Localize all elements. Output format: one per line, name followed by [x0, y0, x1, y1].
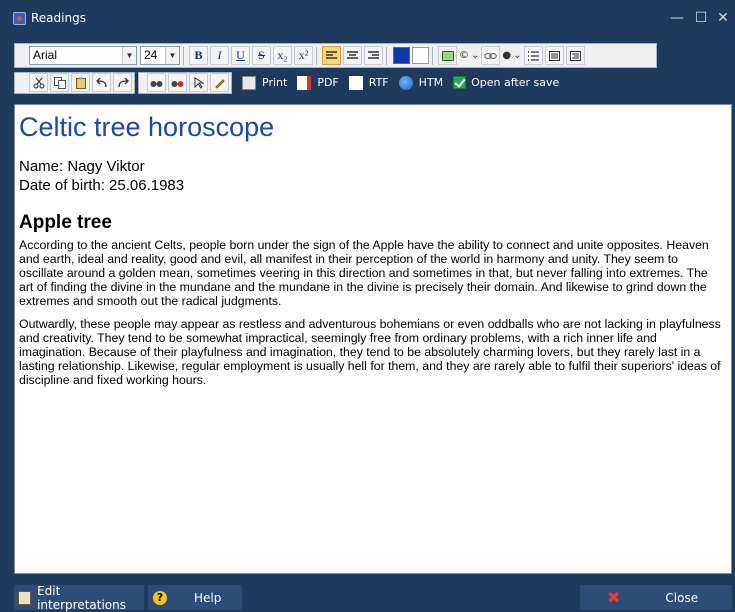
export-pdf-button[interactable]: PDF: [297, 75, 339, 90]
document-icon: [348, 75, 363, 90]
pdf-label: PDF: [317, 76, 339, 89]
checkbox-checked-icon[interactable]: [453, 76, 467, 89]
open-after-save-label: Open after save: [471, 76, 560, 89]
copy-icon: [53, 76, 66, 89]
copy-button[interactable]: [50, 73, 69, 92]
text-color-swatch[interactable]: [393, 47, 410, 64]
edit-document-icon: [18, 590, 32, 605]
tree-heading: Apple tree: [19, 212, 112, 233]
help-icon: ?: [153, 590, 167, 605]
align-center-icon: [347, 51, 358, 59]
export-htm-button[interactable]: HTM: [398, 75, 444, 90]
binoculars-icon: [150, 80, 163, 87]
bold-button[interactable]: B: [189, 46, 208, 65]
select-button[interactable]: [189, 73, 208, 92]
font-family-select[interactable]: Arial ▼: [29, 46, 137, 65]
edit-tools-group: [14, 71, 135, 94]
open-after-save-checkbox[interactable]: Open after save: [453, 76, 559, 89]
help-label: Help: [194, 590, 222, 605]
font-size-select[interactable]: 24 ▼: [140, 46, 180, 65]
chevron-down-icon: ▼: [122, 47, 136, 64]
insert-image-button[interactable]: [438, 46, 457, 65]
rtf-label: RTF: [368, 76, 389, 89]
undo-button[interactable]: [92, 73, 111, 92]
font-size-value: 24: [144, 48, 158, 62]
superscript-button[interactable]: x²: [294, 46, 313, 65]
interpretation-paragraph: Outwardly, these people may appear as re…: [19, 317, 721, 388]
format-toolbar: Arial ▼ 24 ▼ B I U S x₂ x² © ⌄ ● ⌄: [14, 43, 657, 68]
find-replace-button[interactable]: [168, 73, 187, 92]
bullet-icon[interactable]: ●: [502, 50, 511, 61]
close-icon: ✖: [607, 588, 621, 607]
edit-interpretations-label: Edit interpretations: [37, 583, 126, 612]
font-family-value: Arial: [33, 48, 58, 62]
cut-button[interactable]: [29, 73, 48, 92]
print-label: Print: [262, 76, 288, 89]
strikethrough-button[interactable]: S: [252, 46, 271, 65]
separator: [432, 46, 433, 65]
subscript-button[interactable]: x₂: [273, 46, 292, 65]
insert-link-button[interactable]: [481, 46, 501, 65]
undo-icon: [95, 77, 107, 87]
image-icon: [441, 50, 454, 61]
indent-icon: [569, 50, 581, 61]
action-toolbar: Print PDF RTF HTM Open after save: [14, 70, 614, 95]
globe-icon: [398, 75, 413, 90]
maximize-button[interactable]: ☐: [690, 7, 712, 29]
pointer-icon: [194, 76, 204, 89]
chevron-down-icon: ▼: [165, 47, 179, 64]
close-button[interactable]: ✖ Close: [580, 585, 732, 610]
window-close-button[interactable]: ✕: [712, 7, 734, 29]
scissors-icon: [33, 77, 44, 88]
footer-bar: Edit interpretations ? Help ✖ Close: [0, 583, 735, 612]
printer-icon: [242, 75, 256, 90]
app-icon: [13, 12, 26, 25]
align-left-button[interactable]: [322, 46, 341, 65]
close-label: Close: [665, 590, 699, 605]
numbered-list-button[interactable]: [523, 46, 543, 65]
separator: [386, 46, 387, 65]
window-title: Readings: [31, 11, 86, 25]
help-button[interactable]: ? Help: [148, 585, 242, 610]
underline-button[interactable]: U: [231, 46, 250, 65]
paste-button[interactable]: [71, 73, 90, 92]
find-tools-group: [138, 71, 232, 94]
background-color-swatch[interactable]: [412, 47, 429, 64]
print-button[interactable]: Print: [242, 75, 288, 90]
separator: [183, 46, 184, 65]
align-right-button[interactable]: [364, 46, 383, 65]
pencil-icon: [214, 78, 225, 89]
indent-button[interactable]: [565, 46, 585, 65]
name-line: Name: Nagy Viktor: [19, 158, 145, 175]
binoculars-replace-icon: [171, 80, 184, 87]
document-editor[interactable]: Celtic tree horoscope Name: Nagy Viktor …: [14, 104, 732, 574]
chevron-down-icon[interactable]: ⌄: [471, 50, 479, 61]
list-icon: [527, 50, 539, 61]
find-button[interactable]: [147, 73, 166, 92]
clipboard-icon: [75, 77, 86, 89]
htm-label: HTM: [418, 76, 444, 89]
align-left-icon: [326, 51, 337, 59]
separator: [316, 46, 317, 65]
copyright-icon[interactable]: ©: [459, 50, 469, 61]
interpretation-paragraph: According to the ancient Celts, people b…: [19, 238, 709, 309]
edit-interpretations-button[interactable]: Edit interpretations: [14, 583, 144, 612]
align-center-button[interactable]: [343, 46, 362, 65]
outdent-button[interactable]: [544, 46, 564, 65]
link-icon: [484, 52, 498, 59]
highlight-button[interactable]: [210, 73, 229, 92]
redo-icon: [117, 77, 129, 87]
italic-button[interactable]: I: [210, 46, 229, 65]
date-of-birth-line: Date of birth: 25.06.1983: [19, 177, 185, 194]
outdent-icon: [548, 50, 560, 61]
export-rtf-button[interactable]: RTF: [348, 75, 389, 90]
document-title: Celtic tree horoscope: [19, 112, 275, 142]
pdf-icon: [297, 75, 312, 90]
chevron-down-icon[interactable]: ⌄: [513, 50, 521, 61]
redo-button[interactable]: [113, 73, 132, 92]
minimize-button[interactable]: —: [666, 7, 688, 29]
align-right-icon: [368, 51, 379, 59]
title-bar: Readings — ☐ ✕: [0, 0, 735, 36]
